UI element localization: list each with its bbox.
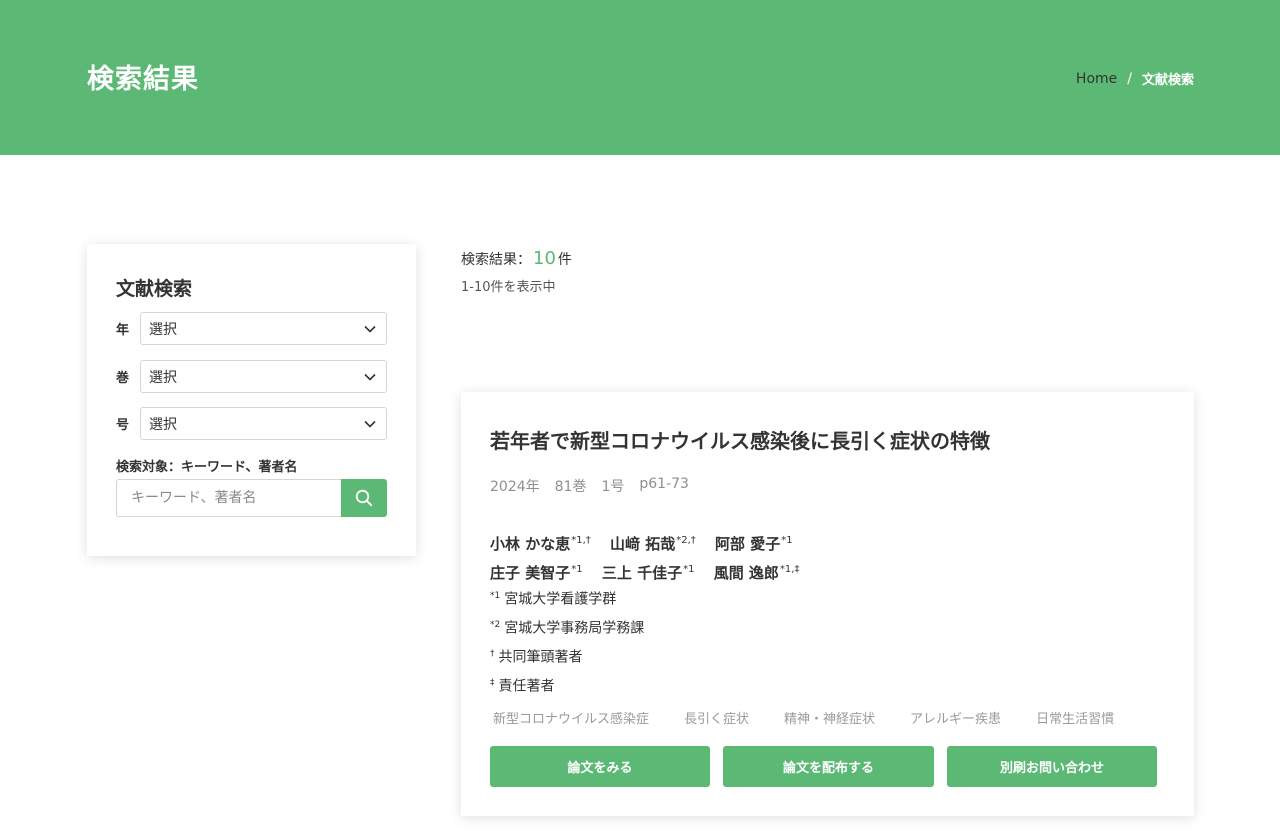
author-list: 小林 かな恵*1,† 山﨑 拓哉*2,† 阿部 愛子*1 庄子 美智子*1 三上… bbox=[490, 528, 813, 586]
affiliation-mark: ‡ bbox=[490, 678, 495, 689]
keyword-tags: 新型コロナウイルス感染症 長引く症状 精神・神経症状 アレルギー疾患 日常生活習… bbox=[490, 708, 1146, 727]
affiliation-text: 宮城大学看護学群 bbox=[504, 591, 617, 608]
author-marks: *1 bbox=[781, 535, 793, 546]
affiliation-text: 共同筆頭著者 bbox=[498, 649, 583, 666]
reprint-inquiry-button[interactable]: 別刷お問い合わせ bbox=[947, 746, 1157, 787]
issue-filter-label: 号 bbox=[116, 418, 130, 433]
article-title: 若年者で新型コロナウイルス感染後に長引く症状の特徴 bbox=[490, 429, 990, 453]
chevron-down-icon bbox=[364, 420, 376, 428]
article-pages: p61-73 bbox=[639, 476, 689, 492]
issue-filter-row: 号 選択 bbox=[116, 407, 387, 440]
search-icon bbox=[355, 489, 373, 507]
distribute-paper-button[interactable]: 論文を配布する bbox=[723, 746, 934, 787]
author: 小林 かな恵*1,† bbox=[490, 535, 591, 553]
author-name: 庄子 美智子 bbox=[490, 564, 571, 582]
keyword-tag[interactable]: 日常生活習慣 bbox=[1033, 708, 1117, 727]
article-volume: 81巻 bbox=[554, 479, 587, 495]
chevron-down-icon bbox=[364, 325, 376, 333]
article-meta: 2024年 81巻 1号 p61-73 bbox=[490, 476, 689, 496]
volume-filter-row: 巻 選択 bbox=[116, 360, 387, 393]
author: 三上 千佳子*1 bbox=[602, 564, 695, 582]
view-paper-button[interactable]: 論文をみる bbox=[490, 746, 710, 787]
keyword-search-input[interactable] bbox=[116, 479, 341, 517]
author-marks: *1,† bbox=[571, 535, 591, 546]
author-marks: *2,† bbox=[676, 535, 696, 546]
affiliation-mark: *1 bbox=[490, 591, 501, 601]
author-marks: *1,‡ bbox=[779, 564, 800, 575]
author-name: 阿部 愛子 bbox=[715, 535, 781, 553]
author-marks: *1 bbox=[683, 564, 695, 575]
volume-filter-label: 巻 bbox=[116, 371, 130, 386]
author: 庄子 美智子*1 bbox=[490, 564, 583, 582]
author-name: 小林 かな恵 bbox=[490, 535, 571, 553]
keyword-tag[interactable]: アレルギー疾患 bbox=[907, 708, 1004, 727]
author-marks: *1 bbox=[571, 564, 583, 575]
affiliation-item: *2 宮城大学事務局学務課 bbox=[490, 613, 644, 642]
affiliation-item: † 共同筆頭著者 bbox=[490, 642, 644, 671]
article-actions: 論文をみる 論文を配布する 別刷お問い合わせ bbox=[490, 746, 1157, 787]
affiliation-item: ‡ 責任著者 bbox=[490, 671, 644, 700]
author-name: 三上 千佳子 bbox=[601, 564, 683, 582]
keyword-tag[interactable]: 精神・神経症状 bbox=[781, 708, 878, 727]
affiliation-mark: *2 bbox=[490, 620, 501, 631]
author-line: 庄子 美智子*1 三上 千佳子*1 風間 逸郎*1,‡ bbox=[490, 557, 813, 586]
keyword-tag[interactable]: 長引く症状 bbox=[681, 708, 752, 727]
author-name: 山﨑 拓哉 bbox=[610, 535, 676, 553]
affiliation-item: *1 宮城大学看護学群 bbox=[490, 584, 644, 613]
issue-select-value: 選択 bbox=[149, 416, 177, 433]
author-line: 小林 かな恵*1,† 山﨑 拓哉*2,† 阿部 愛子*1 bbox=[490, 528, 813, 557]
issue-select[interactable]: 選択 bbox=[140, 407, 387, 440]
keyword-search bbox=[116, 479, 387, 517]
result-count: 10 bbox=[533, 248, 556, 269]
search-panel-title: 文献検索 bbox=[116, 278, 193, 300]
article-result-card: 若年者で新型コロナウイルス感染後に長引く症状の特徴 2024年 81巻 1号 p… bbox=[461, 392, 1194, 816]
affiliation-list: *1 宮城大学看護学群 *2 宮城大学事務局学務課 † 共同筆頭著者 ‡ 責任著者 bbox=[490, 584, 644, 701]
author: 山﨑 拓哉*2,† bbox=[610, 535, 696, 553]
breadcrumb-separator: / bbox=[1127, 70, 1132, 87]
breadcrumb-current: 文献検索 bbox=[1141, 73, 1194, 88]
article-issue: 1号 bbox=[601, 479, 625, 495]
author-name: 風間 逸郎 bbox=[713, 564, 779, 582]
result-count-suffix: 件 bbox=[557, 252, 572, 268]
volume-select-value: 選択 bbox=[149, 369, 177, 386]
affiliation-text: 責任著者 bbox=[498, 679, 555, 696]
breadcrumb: Home / 文献検索 bbox=[1076, 69, 1194, 89]
search-target-label: 検索対象：キーワード、著者名 bbox=[116, 460, 298, 475]
volume-select[interactable]: 選択 bbox=[140, 360, 387, 393]
result-count-summary: 検索結果： 10 件 bbox=[461, 248, 572, 269]
breadcrumb-home-link[interactable]: Home bbox=[1076, 71, 1117, 87]
article-year: 2024年 bbox=[490, 479, 540, 495]
literature-search-panel: 文献検索 年 選択 巻 選択 号 選択 検索対象：キーワード、著者名 bbox=[87, 244, 416, 556]
result-count-prefix: 検索結果： bbox=[461, 252, 531, 268]
search-button[interactable] bbox=[341, 479, 387, 517]
page-title: 検索結果 bbox=[87, 64, 199, 95]
affiliation-text: 宮城大学事務局学務課 bbox=[504, 620, 645, 637]
author: 阿部 愛子*1 bbox=[715, 535, 793, 553]
keyword-tag[interactable]: 新型コロナウイルス感染症 bbox=[490, 708, 652, 727]
year-filter-label: 年 bbox=[116, 323, 130, 338]
year-select-value: 選択 bbox=[149, 321, 177, 338]
author: 風間 逸郎*1,‡ bbox=[714, 564, 800, 582]
page-header: 検索結果 Home / 文献検索 bbox=[0, 0, 1280, 155]
year-select[interactable]: 選択 bbox=[140, 312, 387, 345]
chevron-down-icon bbox=[364, 373, 376, 381]
result-range-text: 1-10件を表示中 bbox=[461, 280, 556, 295]
year-filter-row: 年 選択 bbox=[116, 312, 387, 345]
affiliation-mark: † bbox=[490, 649, 495, 660]
